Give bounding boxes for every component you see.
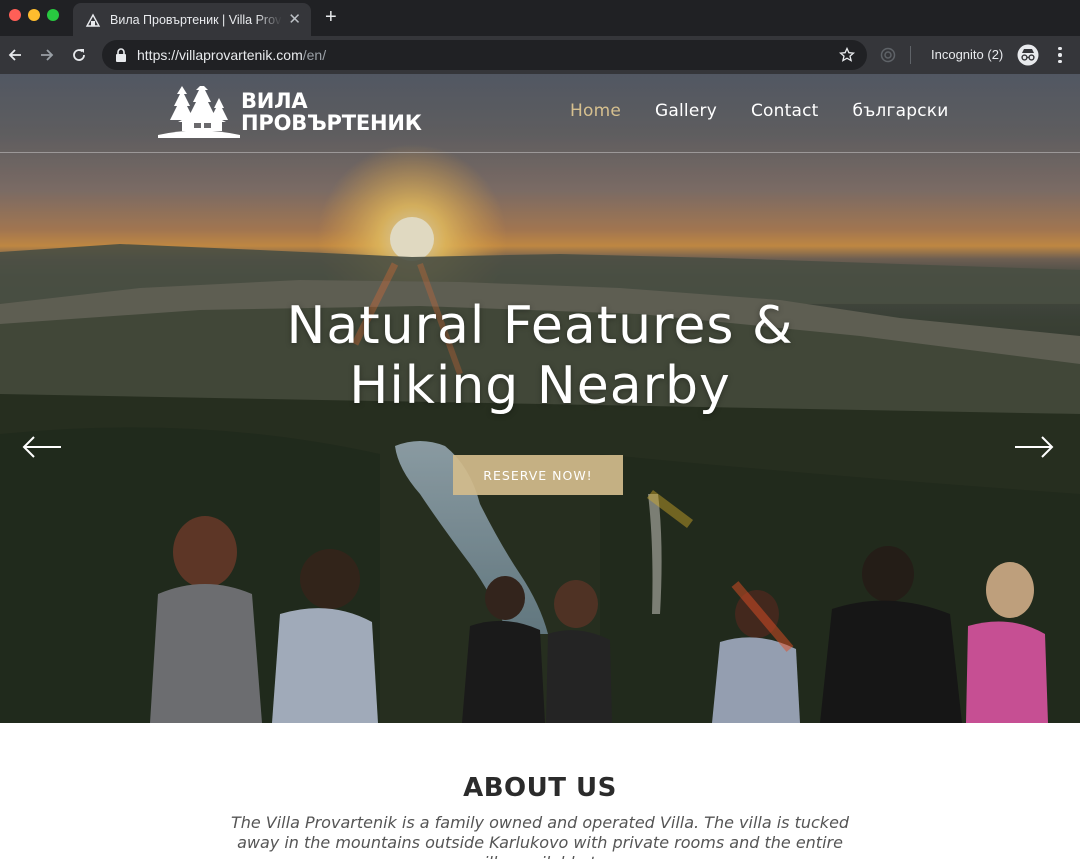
reserve-now-button[interactable]: RESERVE NOW! [453,455,623,495]
window-minimize-button[interactable] [28,9,40,21]
villa-trees-logo-icon [158,86,240,138]
hero-slider: ВИЛА ПРОВЪРТЕНИК Home Gallery Contact бъл… [0,74,1080,723]
window-maximize-button[interactable] [47,9,59,21]
slider-prev-arrow-icon[interactable] [22,434,62,460]
slider-next-arrow-icon[interactable] [1014,434,1054,460]
incognito-icon[interactable] [1017,44,1039,66]
tab-close-icon[interactable]: ✕ [288,12,301,27]
reload-icon[interactable] [69,45,89,65]
logo-wordmark: ВИЛА ПРОВЪРТЕНИК [241,89,422,135]
nav-home[interactable]: Home [570,101,621,121]
new-tab-plus-icon[interactable]: + [325,7,337,27]
extension-icon[interactable] [880,47,896,63]
address-bar[interactable]: https://villaprovartenik.com/en/ [102,40,867,70]
bookmark-star-icon[interactable] [839,47,855,63]
incognito-label[interactable]: Incognito (2) [931,47,1003,62]
browser-tabstrip: Вила Провъртеник | Villa Provartenik ✕ + [0,0,1080,36]
header-divider [0,152,1080,153]
about-heading: ABOUT US [463,773,617,803]
window-close-button[interactable] [9,9,21,21]
url-text: https://villaprovartenik.com/en/ [137,47,327,63]
back-arrow-icon[interactable] [5,45,25,65]
about-description: The Villa Provartenik is a family owned … [230,813,850,859]
nav-contact[interactable]: Contact [751,101,819,121]
browser-tab-active[interactable]: Вила Провъртеник | Villa Provartenik ✕ [73,3,311,36]
toolbar-separator [910,46,911,64]
tab-title: Вила Провъртеник | Villa Provartenik [110,12,282,27]
hero-title: Natural Features & Hiking Nearby [286,296,794,416]
nav-gallery[interactable]: Gallery [655,101,717,121]
nav-language[interactable]: български [853,101,949,121]
forward-arrow-icon[interactable] [37,45,57,65]
house-favicon-icon [85,13,101,27]
main-navigation: Home Gallery Contact български [570,101,948,121]
site-logo[interactable]: ВИЛА ПРОВЪРТЕНИК [158,86,422,138]
lock-icon [116,48,126,62]
browser-menu-icon[interactable] [1052,45,1068,65]
browser-toolbar: https://villaprovartenik.com/en/ Incogni… [0,36,1080,74]
